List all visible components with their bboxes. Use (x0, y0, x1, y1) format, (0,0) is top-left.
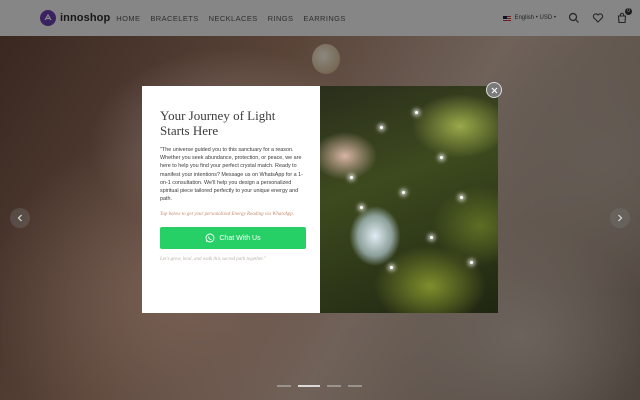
sparkle (460, 196, 463, 199)
sparkle (350, 176, 353, 179)
carousel-prev-button[interactable] (10, 208, 30, 228)
chevron-left-icon (17, 214, 22, 222)
sparkle (430, 236, 433, 239)
sparkle (415, 111, 418, 114)
carousel-next-button[interactable] (610, 208, 630, 228)
sparkle (390, 266, 393, 269)
carousel-dot-active[interactable] (298, 385, 320, 387)
chat-button-label: Chat With Us (219, 234, 261, 242)
sparkle (380, 126, 383, 129)
modal-content: Your Journey of Light Starts Here "The u… (142, 86, 320, 313)
whatsapp-icon (205, 233, 215, 243)
carousel-dot[interactable] (277, 385, 291, 387)
chat-with-us-button[interactable]: Chat With Us (160, 227, 306, 250)
sparkle (470, 261, 473, 264)
carousel-dot[interactable] (348, 385, 362, 387)
modal-crystal-image (320, 86, 498, 313)
sparkle (440, 156, 443, 159)
modal-close-button[interactable] (486, 82, 502, 98)
carousel-dots (277, 385, 362, 387)
modal-title: Your Journey of Light Starts Here (160, 108, 276, 138)
sparkle (402, 191, 405, 194)
promo-modal: Your Journey of Light Starts Here "The u… (142, 86, 498, 313)
close-icon (491, 87, 497, 93)
sparkle (360, 206, 363, 209)
carousel-dot[interactable] (327, 385, 341, 387)
modal-tip-text: Tap below to get your personalized Energ… (160, 212, 295, 218)
modal-body-text: "The universe guided you to this sanctua… (160, 147, 303, 203)
modal-closing-text: Let's grow, heal, and walk this sacred p… (160, 257, 266, 263)
chevron-right-icon (618, 214, 623, 222)
